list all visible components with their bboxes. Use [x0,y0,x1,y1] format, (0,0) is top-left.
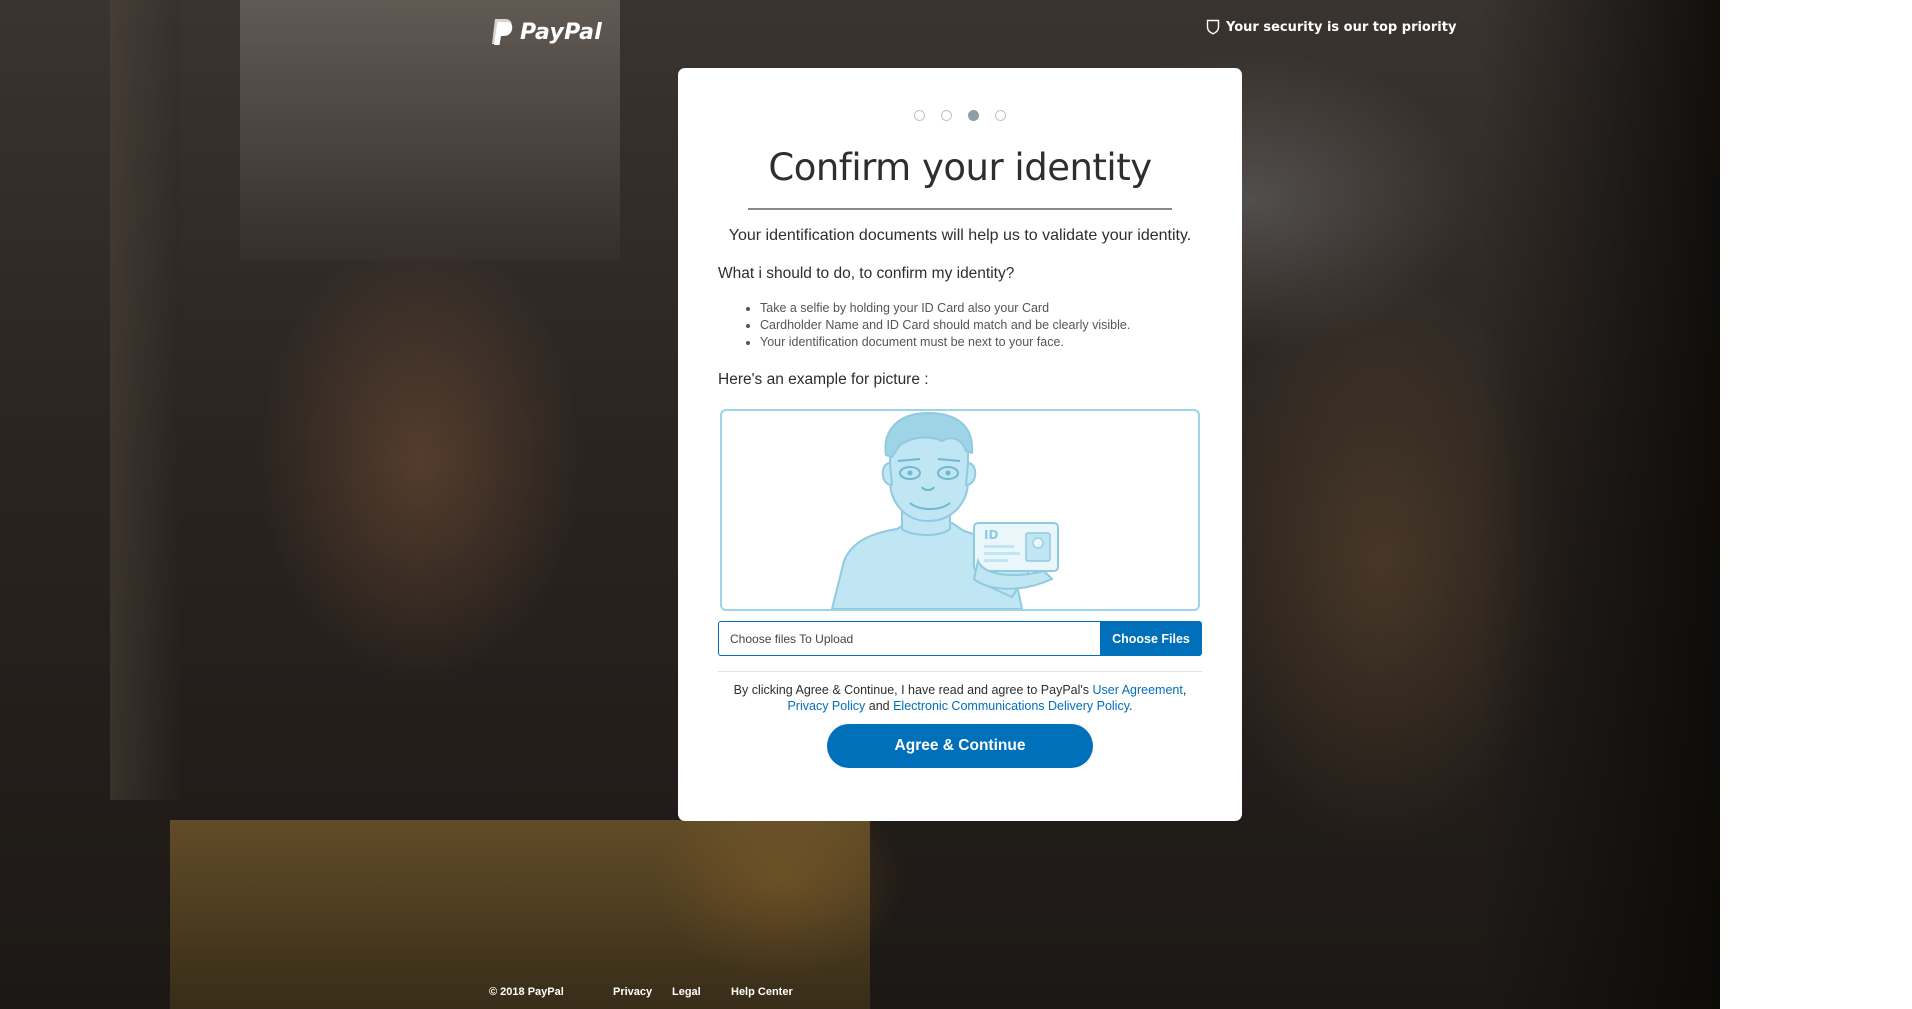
selfie-with-id-illustration: ID [831,412,1059,609]
file-upload-input[interactable] [718,621,1100,656]
shield-icon [1206,19,1220,35]
ecd-policy-link[interactable]: Electronic Communications Delivery Polic… [893,699,1129,713]
footer-copyright: © 2018 PayPal [489,986,564,998]
legal-and: and [865,699,894,713]
title-divider [748,208,1172,210]
footer: © 2018 PayPal Privacy Legal Help Center [489,986,793,998]
instructions-list: Take a selfie by holding your ID Card al… [718,300,1130,351]
security-notice: Your security is our top priority [1206,17,1456,37]
brand-name: PayPal [520,19,603,45]
legal-comma: , [1182,683,1187,697]
step-dot-4 [995,110,1006,121]
progress-steps [678,110,1242,121]
instructions-question: What i should to do, to confirm my ident… [718,265,1015,282]
background-shade [1480,0,1720,1009]
agree-continue-button[interactable]: Agree & Continue [827,724,1093,768]
privacy-policy-link[interactable]: Privacy Policy [787,699,865,713]
security-text: Your security is our top priority [1226,19,1457,35]
footer-legal-link[interactable]: Legal [672,986,731,998]
footer-privacy-link[interactable]: Privacy [613,986,672,998]
step-dot-1 [914,110,925,121]
list-item: Your identification document must be nex… [760,334,1130,351]
background-table [170,820,870,1009]
step-dot-2 [941,110,952,121]
id-card-label: ID [984,528,998,542]
page-title: Confirm your identity [768,146,1152,189]
file-upload: Choose Files [718,621,1202,656]
legal-text: By clicking Agree & Continue, I have rea… [718,682,1202,714]
legal-suffix: . [1129,699,1133,713]
paypal-p-icon [492,19,513,45]
legal-divider [718,671,1202,672]
example-label: Here's an example for picture : [718,371,929,388]
paypal-logo[interactable]: PayPal [488,16,602,48]
identity-card: Confirm your identity Your identificatio… [678,68,1242,821]
background-window-frame [110,0,180,800]
choose-files-button[interactable]: Choose Files [1100,621,1202,656]
legal-prefix: By clicking Agree & Continue, I have rea… [733,683,1093,697]
intro-text: Your identification documents will help … [728,227,1192,244]
list-item: Take a selfie by holding your ID Card al… [760,300,1130,317]
list-item: Cardholder Name and ID Card should match… [760,317,1130,334]
footer-help-center-link[interactable]: Help Center [731,986,793,998]
example-illustration: ID [720,409,1200,611]
user-agreement-link[interactable]: User Agreement [1093,683,1183,697]
step-dot-3-active [968,110,979,121]
